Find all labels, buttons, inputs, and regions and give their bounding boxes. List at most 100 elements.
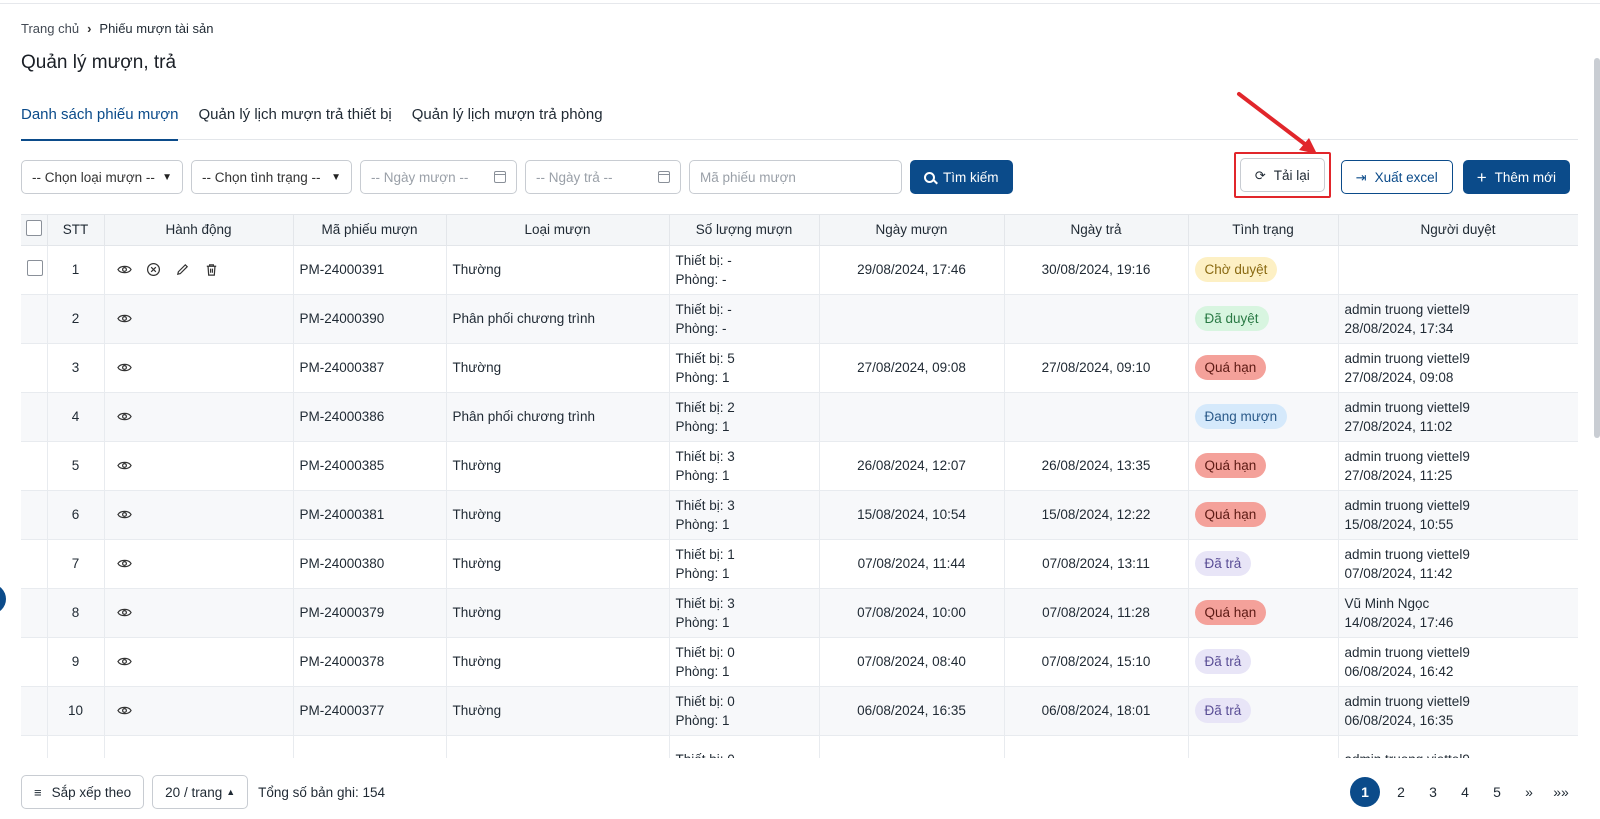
status-cell: Đang mượn [1188,392,1339,442]
col-header[interactable]: Loại mượn [446,215,670,246]
approver-name: admin truong viettel9 [1344,301,1470,317]
col-header[interactable]: Mã phiếu mượn [293,215,447,246]
last-page-button[interactable]: »» [1550,777,1572,807]
page-size-select[interactable]: 20 / trang ▲ [152,775,249,809]
return-date-picker[interactable]: -- Ngày trả -- [525,160,681,194]
actions-cell [104,539,294,589]
search-button[interactable]: Tìm kiếm [910,160,1013,194]
borrow-date-cell: 07/08/2024, 10:00 [819,588,1005,638]
table-row[interactable]: 5 PM-24000385 Thường Thiết bị: 3 Phòng: 1 26/… [21,441,1578,491]
borrow-date-cell [819,392,1005,442]
sort-button-label: Sắp xếp theo [51,784,132,800]
table-row[interactable]: Thiết bị: 0 admin truong viettel9 [21,735,1578,758]
tab-device-schedule[interactable]: Quản lý lịch mượn trả thiết bị [198,100,391,140]
annotation-arrow [1237,92,1317,154]
tab-room-schedule[interactable]: Quản lý lịch mượn trả phòng [412,100,603,140]
page-button-3[interactable]: 3 [1422,777,1444,807]
view-eye-icon[interactable] [116,311,132,326]
page-button-2[interactable]: 2 [1390,777,1412,807]
loan-code-input[interactable]: Mã phiếu mượn [689,160,902,194]
view-eye-icon[interactable] [116,654,132,669]
col-header[interactable]: Số lượng mượn [669,215,820,246]
checkbox-cell [21,686,48,736]
view-eye-icon[interactable] [116,605,132,620]
delete-trash-icon[interactable] [204,262,219,277]
page-scrollbar[interactable] [1594,58,1600,438]
view-eye-icon[interactable] [116,360,132,375]
code-cell: PM-24000387 [293,343,447,393]
actions-cell [104,490,294,540]
page-button-5[interactable]: 5 [1486,777,1508,807]
table-row[interactable]: 3 PM-24000387 Thường Thiết bị: 5 Phòng: 1 27/… [21,343,1578,393]
type-cell: Phân phối chương trình [446,294,670,344]
status-select[interactable]: -- Chọn tình trạng -- ▼ [191,160,352,194]
code-cell: PM-24000379 [293,588,447,638]
tab-loan-list[interactable]: Danh sách phiếu mượn [21,100,179,141]
table-header-row: STT Hành động Mã phiếu mượn Loại mượn Số… [21,215,1578,246]
select-all-checkbox[interactable] [25,220,42,237]
next-page-button[interactable]: » [1518,777,1540,807]
loan-type-select[interactable]: -- Chọn loại mượn -- ▼ [21,160,183,194]
sort-button[interactable]: ≡ Sắp xếp theo [21,775,145,809]
status-badge: Đã trả [1194,649,1252,674]
add-new-button[interactable]: + Thêm mới [1462,160,1570,194]
actions-cell [104,245,294,295]
stt-cell: 6 [47,490,105,540]
return-date-cell: 26/08/2024, 13:35 [1004,441,1189,491]
export-excel-button[interactable]: ⇥ Xuất excel [1340,160,1453,194]
reload-highlight-box: ⟳ Tải lại [1233,152,1331,198]
view-eye-icon[interactable] [116,556,132,571]
table-row[interactable]: 1 PM-24000391 Thường Thiết bị: - Phòng: - 29/… [21,245,1578,295]
qty-room: Phòng: 1 [675,712,730,728]
type-cell: Thường [446,343,670,393]
status-badge: Đã trả [1194,551,1252,576]
side-toggle-handle[interactable] [0,584,6,614]
quantity-cell: Thiết bị: 5 Phòng: 1 [669,343,820,393]
col-header[interactable]: STT [47,215,105,246]
reload-button[interactable]: ⟳ Tải lại [1239,158,1325,192]
table-row[interactable]: 2 PM-24000390 Phân phối chương trình Thiết … [21,294,1578,344]
actions-cell [104,686,294,736]
col-header[interactable]: Tình trạng [1188,215,1339,246]
top-border [0,0,1600,4]
table-row[interactable]: 8 PM-24000379 Thường Thiết bị: 3 Phòng: 1 07/… [21,588,1578,638]
view-eye-icon[interactable] [116,507,132,522]
approved-time: 27/08/2024, 11:25 [1344,467,1453,483]
status-cell: Quá hạn [1188,490,1339,540]
table-row[interactable]: 10 PM-24000377 Thường Thiết bị: 0 Phòng: 1 06… [21,686,1578,736]
borrow-date-picker[interactable]: -- Ngày mượn -- [360,160,517,194]
col-header[interactable]: Ngày mượn [819,215,1005,246]
table-row[interactable]: 9 PM-24000378 Thường Thiết bị: 0 Phòng: 1 07/… [21,637,1578,687]
col-header[interactable]: Hành động [104,215,294,246]
loan-table: STT Hành động Mã phiếu mượn Loại mượn Số… [21,214,1578,758]
cancel-circle-icon[interactable] [146,262,161,277]
breadcrumb-home[interactable]: Trang chủ [21,21,79,36]
code-cell: PM-24000381 [293,490,447,540]
col-header[interactable]: Người duyệt [1338,215,1578,246]
type-cell: Thường [446,539,670,589]
approver-cell: admin truong viettel9 [1338,735,1578,758]
chevron-down-icon: ▼ [162,171,172,183]
code-cell [293,735,447,758]
page-button-1[interactable]: 1 [1350,777,1380,807]
return-date-cell: 07/08/2024, 11:28 [1004,588,1189,638]
approver-cell: admin truong viettel9 27/08/2024, 11:25 [1338,441,1578,491]
approver-name: admin truong viettel9 [1344,399,1470,415]
status-cell: Đã duyệt [1188,294,1339,344]
borrow-date-cell: 07/08/2024, 08:40 [819,637,1005,687]
col-header[interactable]: Ngày trả [1004,215,1189,246]
actions-cell [104,343,294,393]
table-row[interactable]: 7 PM-24000380 Thường Thiết bị: 1 Phòng: 1 07/… [21,539,1578,589]
edit-pencil-icon[interactable] [175,262,190,277]
row-checkbox[interactable] [27,260,43,276]
view-eye-icon[interactable] [116,409,132,424]
view-eye-icon[interactable] [116,262,132,277]
filter-bar: -- Chọn loại mượn -- ▼ -- Chọn tình trạn… [21,160,1013,194]
page-button-4[interactable]: 4 [1454,777,1476,807]
view-eye-icon[interactable] [116,703,132,718]
view-eye-icon[interactable] [116,458,132,473]
quantity-cell: Thiết bị: 0 [669,735,820,758]
table-row[interactable]: 4 PM-24000386 Phân phối chương trình Thiết … [21,392,1578,442]
table-row[interactable]: 6 PM-24000381 Thường Thiết bị: 3 Phòng: 1 15/… [21,490,1578,540]
borrow-date-placeholder: -- Ngày mượn -- [371,169,469,185]
